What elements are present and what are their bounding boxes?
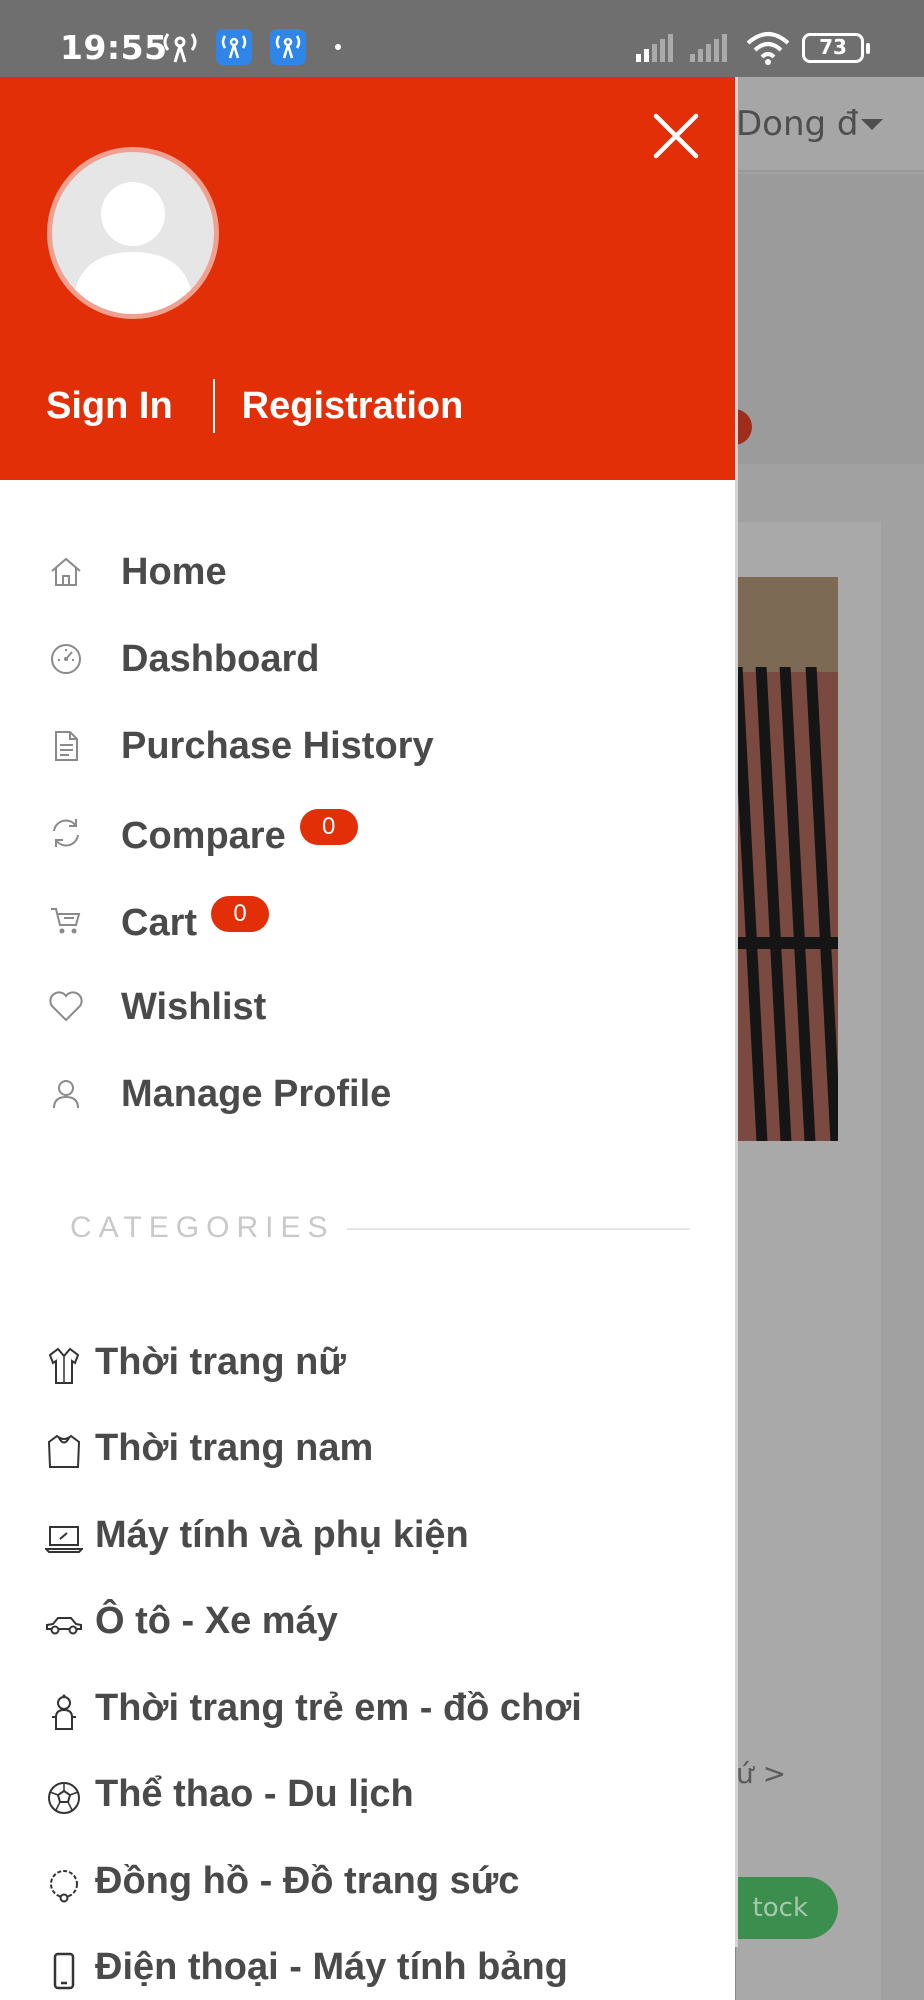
categories-header: CATEGORIES — [70, 1209, 690, 1249]
menu-item-cart[interactable]: Cart 0 — [0, 885, 735, 955]
categories-title: CATEGORIES — [70, 1211, 335, 1244]
status-bar: 19:55 73 — [0, 0, 924, 77]
menu-item-compare[interactable]: Compare 0 — [0, 798, 735, 868]
refresh-icon — [48, 815, 84, 851]
cart-count-badge: 0 — [211, 895, 270, 932]
menu-item-purchase-history[interactable]: Purchase History — [0, 711, 735, 781]
category-label: Thời trang trẻ em - đồ chơi — [95, 1687, 582, 1729]
category-item-women-fashion[interactable]: Thời trang nữ — [0, 1331, 735, 1401]
heart-icon — [48, 989, 84, 1025]
menu-label: Dashboard — [121, 637, 320, 680]
cart-icon — [48, 902, 84, 938]
category-item-sports-travel[interactable]: Thể thao - Du lịch — [0, 1763, 735, 1833]
signal-icon — [636, 34, 673, 62]
soccer-ball-icon — [44, 1778, 84, 1818]
category-item-watches-jewelry[interactable]: Đồng hồ - Đồ trang sức — [0, 1850, 735, 1920]
home-icon — [48, 554, 84, 590]
menu-label: Wishlist — [121, 985, 267, 1028]
category-item-vehicles[interactable]: Ô tô - Xe máy — [0, 1590, 735, 1660]
notification-dot-icon — [335, 44, 341, 50]
avatar[interactable] — [47, 147, 219, 319]
battery-indicator: 73 — [802, 33, 870, 63]
hotspot-icon — [163, 33, 197, 63]
menu-label: Home — [121, 550, 227, 593]
menu-item-wishlist[interactable]: Wishlist — [0, 972, 735, 1042]
document-icon — [48, 728, 84, 764]
menu-item-home[interactable]: Home — [0, 537, 735, 607]
user-silhouette-icon — [72, 182, 194, 314]
auth-divider — [212, 379, 215, 433]
dashboard-icon — [48, 641, 84, 677]
drawer-header: Sign In Registration — [0, 77, 735, 480]
category-label: Ô tô - Xe máy — [95, 1600, 338, 1642]
menu-label: Compare 0 — [121, 808, 358, 858]
category-label: Điện thoại - Máy tính bảng — [95, 1946, 568, 1988]
background-badge — [736, 409, 752, 445]
currency-selector: Dong đ — [736, 104, 859, 144]
category-item-computers[interactable]: Máy tính và phụ kiện — [0, 1504, 735, 1574]
categories-divider — [347, 1228, 690, 1230]
background-topbar: Dong đ — [736, 77, 924, 172]
signal-icon — [690, 34, 727, 62]
sign-in-link[interactable]: Sign In — [46, 385, 173, 428]
category-label: Thời trang nữ — [95, 1341, 346, 1383]
user-icon — [48, 1076, 84, 1112]
category-item-men-fashion[interactable]: Thời trang nam — [0, 1417, 735, 1487]
category-label: Máy tính và phụ kiện — [95, 1514, 469, 1556]
side-drawer: Sign In Registration Home Dashboard Purc… — [0, 77, 735, 2000]
laptop-icon — [44, 1519, 84, 1559]
background-header — [736, 174, 924, 464]
menu-label: Purchase History — [121, 724, 434, 767]
hotspot-icon — [216, 29, 252, 65]
necklace-icon — [44, 1865, 84, 1905]
compare-count-badge: 0 — [299, 808, 358, 845]
close-icon[interactable] — [650, 110, 702, 162]
category-item-phones-tablets[interactable]: Điện thoại - Máy tính bảng — [0, 1936, 735, 2000]
category-item-kids-toys[interactable]: Thời trang trẻ em - đồ chơi — [0, 1677, 735, 1747]
drawer-edge — [735, 77, 738, 1947]
wifi-icon — [746, 32, 790, 65]
phone-icon — [44, 1951, 84, 1991]
caret-down-icon — [861, 119, 883, 130]
menu-label: Cart 0 — [121, 895, 270, 945]
category-label: Thời trang nam — [95, 1427, 374, 1469]
shirt-icon — [44, 1432, 84, 1472]
baby-icon — [44, 1692, 84, 1732]
category-label: Đồng hồ - Đồ trang sức — [95, 1860, 520, 1902]
background-stock-button: tock — [736, 1877, 838, 1939]
registration-link[interactable]: Registration — [242, 385, 464, 428]
menu-label: Manage Profile — [121, 1072, 392, 1115]
car-icon — [44, 1605, 84, 1645]
hotspot-icon — [270, 29, 306, 65]
auth-links: Sign In Registration — [46, 379, 463, 433]
background-page: Dong đ ứ > tock — [736, 77, 924, 2000]
category-label: Thể thao - Du lịch — [95, 1773, 414, 1815]
status-time: 19:55 — [60, 28, 168, 67]
background-link: ứ > — [736, 1757, 787, 1790]
background-product-image — [736, 577, 838, 1141]
menu-item-manage-profile[interactable]: Manage Profile — [0, 1059, 735, 1129]
menu-item-dashboard[interactable]: Dashboard — [0, 624, 735, 694]
dress-icon — [44, 1346, 84, 1386]
